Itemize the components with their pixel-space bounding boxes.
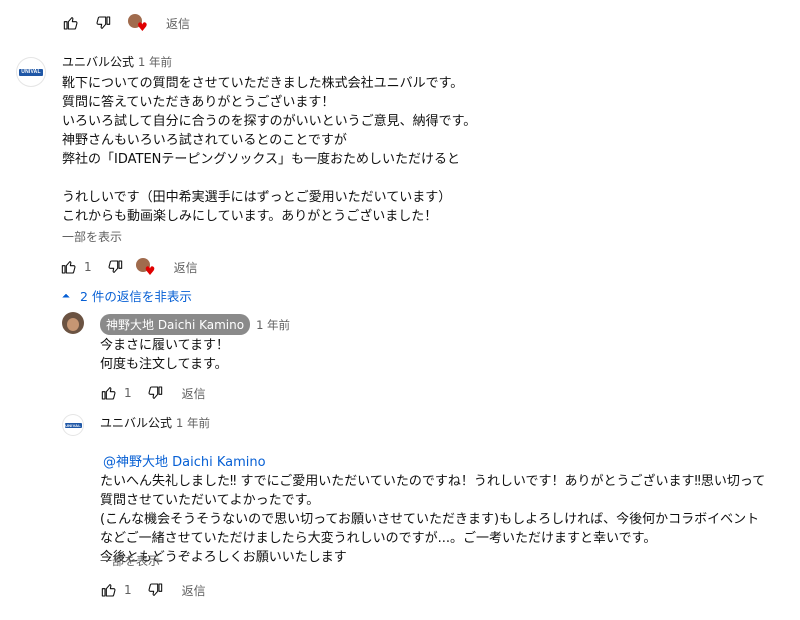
reply-header: 神野大地 Daichi Kamino 1 年前 (100, 314, 290, 335)
comment-actions: 1 ♥ 返信 (58, 256, 198, 278)
heart-icon: ♥ (137, 20, 148, 34)
comment-author[interactable]: ユニバル公式 (100, 414, 172, 431)
comment-time[interactable]: 1 年前 (138, 54, 172, 70)
creator-heart-badge: ♥ (128, 14, 150, 34)
reply-text: たいへん失礼しました‼ すでにご愛用いただいていたのですね！うれしいです！ありが… (100, 474, 766, 565)
reply-body: 今まさに履いてます！ 何度も注文してます。 (100, 338, 229, 372)
thumb-down-icon (96, 16, 111, 29)
thumb-up-icon (101, 387, 116, 400)
univ-logo: UNIVAL (64, 422, 82, 428)
heart-icon: ♥ (144, 264, 156, 278)
hide-replies-button[interactable]: 2 件の返信を非表示 (60, 286, 192, 305)
dislike-button[interactable] (92, 12, 114, 34)
reply-header: ユニバル公式 1 年前 (100, 414, 210, 431)
comment-time[interactable]: 1 年前 (256, 317, 290, 333)
reply-actions: 1 返信 (98, 579, 206, 601)
avatar[interactable]: UNIVAL (16, 57, 46, 87)
reply-button[interactable]: 返信 (182, 385, 206, 402)
thumb-up-icon (61, 261, 76, 274)
reply-body: @神野大地 Daichi Kamino たいへん失礼しました‼ すでにご愛用いた… (100, 434, 790, 586)
prev-comment-actions: ♥ 返信 (60, 12, 190, 34)
show-less-link[interactable]: 一部を表示 (100, 552, 160, 569)
creator-heart-badge: ♥ (135, 258, 158, 278)
dislike-button[interactable] (144, 579, 166, 601)
like-button[interactable] (98, 579, 120, 601)
dislike-button[interactable] (144, 382, 166, 404)
like-count: 1 (124, 583, 132, 597)
avatar[interactable]: UNIVAL (62, 414, 84, 436)
show-less-link[interactable]: 一部を表示 (62, 228, 122, 245)
hide-replies-label: 2 件の返信を非表示 (80, 289, 192, 304)
chevron-up-icon (62, 293, 70, 298)
univ-logo: UNIVAL (19, 68, 43, 76)
like-count: 1 (124, 386, 132, 400)
avatar[interactable] (62, 312, 84, 334)
like-button[interactable] (98, 382, 120, 404)
reply-button[interactable]: 返信 (182, 582, 206, 599)
reply-button[interactable]: 返信 (166, 15, 190, 32)
thumb-down-icon (148, 583, 162, 596)
thumb-up-icon (101, 584, 116, 597)
creator-author-chip[interactable]: 神野大地 Daichi Kamino (100, 314, 251, 335)
comment-author[interactable]: ユニバル公式 (62, 53, 134, 70)
reply-button[interactable]: 返信 (174, 259, 198, 276)
dislike-button[interactable] (104, 256, 126, 278)
mention-link[interactable]: @神野大地 Daichi Kamino (103, 455, 266, 470)
comment-time[interactable]: 1 年前 (176, 415, 210, 431)
comment-header: ユニバル公式 1 年前 (62, 53, 172, 70)
reply-actions: 1 返信 (98, 382, 206, 404)
comment-body: 靴下についての質問をさせていただきました株式会社ユニバルです。 質問に答えていた… (62, 76, 477, 224)
like-count: 1 (84, 260, 92, 274)
avatar-face (67, 318, 79, 331)
thumb-down-icon (148, 386, 162, 399)
like-button[interactable] (58, 256, 80, 278)
like-button[interactable] (60, 12, 82, 34)
thumb-down-icon (108, 260, 122, 273)
thumb-up-icon (63, 17, 78, 30)
